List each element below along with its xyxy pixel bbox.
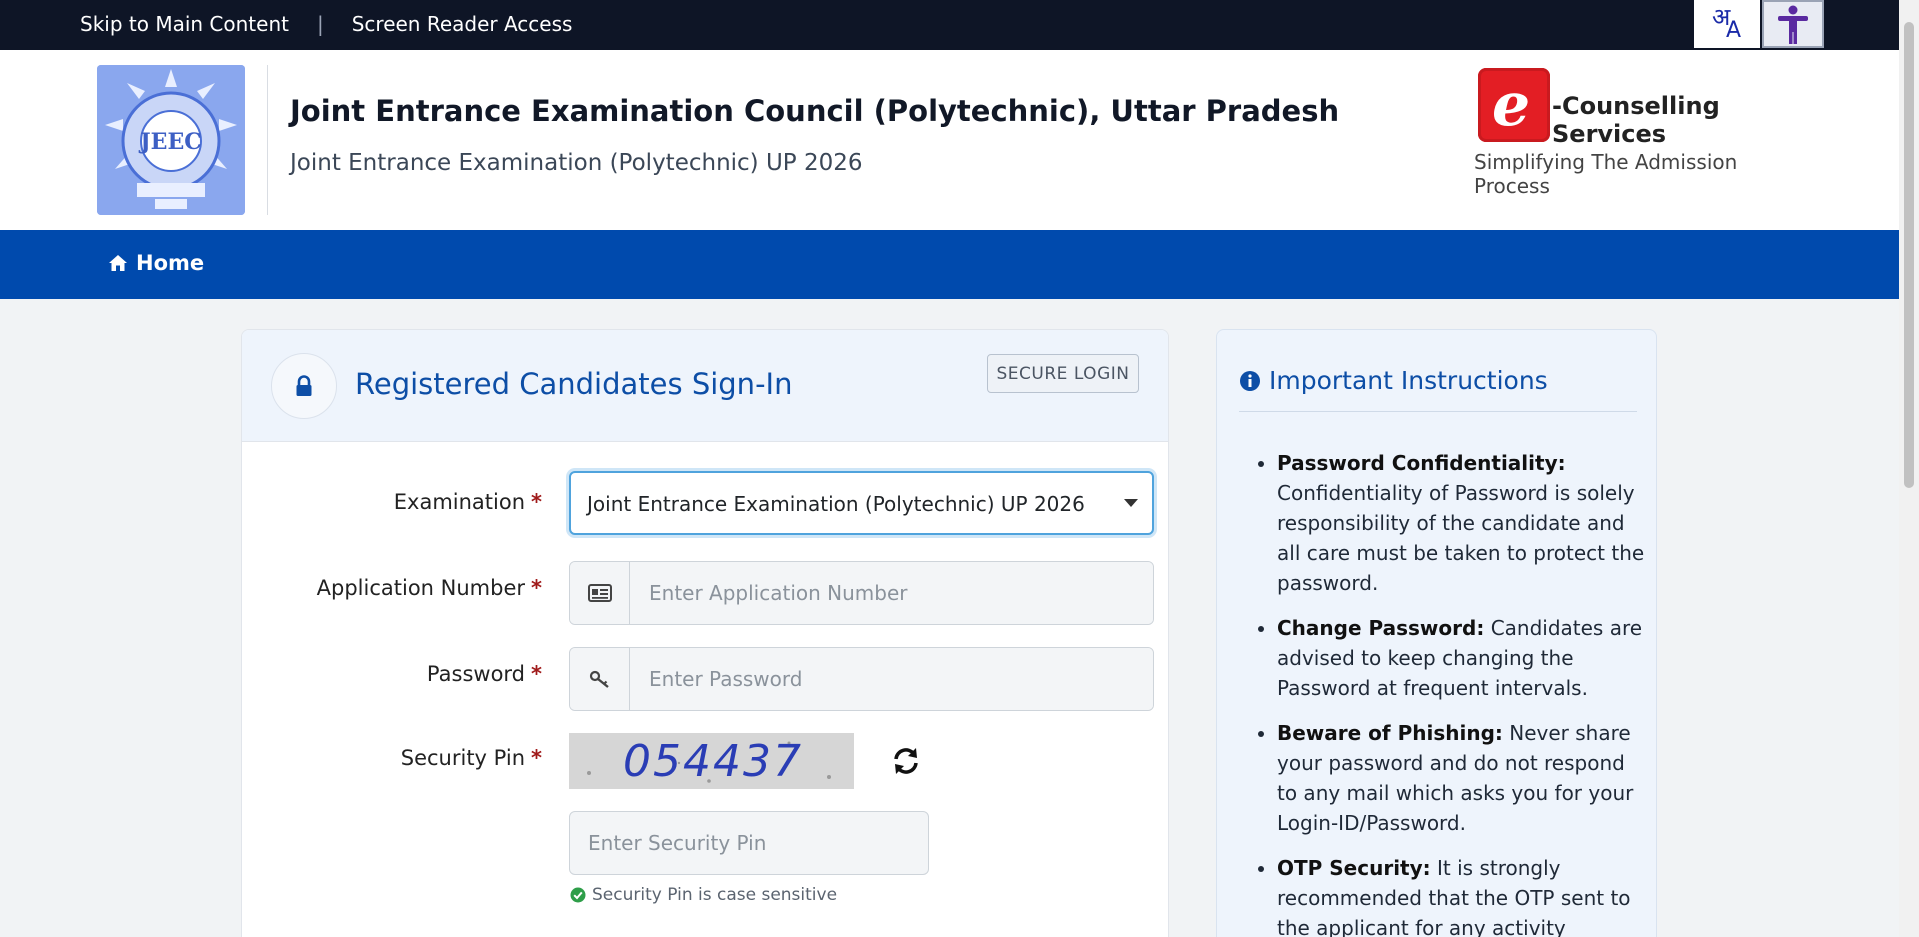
ecounselling-title: -Counselling Services: [1552, 92, 1720, 148]
examination-selected-value: Joint Entrance Examination (Polytechnic)…: [587, 492, 1085, 516]
jeec-logo: JEEC: [97, 65, 245, 215]
application-number-label: Application Number *: [316, 576, 542, 600]
examination-select[interactable]: Joint Entrance Examination (Polytechnic)…: [569, 471, 1154, 535]
top-links: Skip to Main Content | Screen Reader Acc…: [80, 12, 572, 36]
nav-home-link[interactable]: Home: [108, 251, 204, 275]
ecounselling-mark: e: [1478, 68, 1550, 142]
lock-badge: [271, 353, 337, 419]
page-title: Joint Entrance Examination Council (Poly…: [290, 94, 1340, 128]
ecounselling-logo: e -Counselling Services Simplifying The …: [1474, 64, 1814, 198]
captcha-image: 054437: [569, 733, 854, 789]
key-icon: [570, 648, 630, 710]
security-pin-hint: Security Pin is case sensitive: [570, 885, 837, 905]
language-icon-english: A: [1726, 18, 1742, 43]
main-nav: Home: [0, 230, 1899, 299]
check-circle-icon: [570, 887, 586, 903]
list-item: OTP Security: It is strongly recommended…: [1277, 853, 1647, 937]
language-toggle-button[interactable]: अ A: [1694, 0, 1760, 48]
password-group: [569, 647, 1154, 711]
accessibility-button[interactable]: [1762, 0, 1824, 48]
signin-title: Registered Candidates Sign-In: [355, 367, 793, 401]
application-number-input[interactable]: [631, 562, 1153, 624]
password-input[interactable]: [631, 648, 1153, 710]
link-separator: |: [316, 12, 324, 36]
info-icon: [1240, 370, 1260, 391]
captcha-code: 054437: [623, 736, 803, 787]
ecounselling-tagline: Simplifying The Admission Process: [1474, 150, 1738, 198]
required-mark: *: [531, 490, 542, 514]
signin-card-header: Registered Candidates Sign-In SECURE LOG…: [242, 330, 1168, 442]
header-divider: [267, 65, 268, 215]
instructions-title: Important Instructions: [1239, 366, 1637, 412]
screen-reader-link[interactable]: Screen Reader Access: [352, 12, 573, 36]
examination-label: Examination *: [393, 490, 542, 514]
svg-text:JEEC: JEEC: [138, 129, 201, 155]
page-subtitle: Joint Entrance Examination (Polytechnic)…: [290, 150, 863, 176]
required-mark: *: [531, 576, 542, 600]
security-pin-input[interactable]: [569, 811, 929, 875]
required-mark: *: [531, 662, 542, 686]
page-scrollbar[interactable]: [1899, 0, 1919, 937]
refresh-icon: [894, 748, 918, 774]
list-item: Beware of Phishing: Never share your pas…: [1277, 718, 1647, 838]
accessibility-person-icon: [1778, 5, 1808, 44]
skip-to-main-link[interactable]: Skip to Main Content: [80, 12, 289, 36]
application-number-group: [569, 561, 1154, 625]
site-header: JEEC Joint Entrance Examination Council …: [0, 50, 1899, 230]
nav-home-label: Home: [136, 251, 205, 275]
instructions-panel: Important Instructions Password Confiden…: [1216, 329, 1657, 937]
password-label: Password *: [426, 662, 542, 686]
top-utility-bar: Skip to Main Content | Screen Reader Acc…: [0, 0, 1899, 50]
security-pin-label: Security Pin *: [400, 746, 542, 770]
lock-icon: [296, 375, 312, 396]
required-mark: *: [531, 746, 542, 770]
home-icon: [109, 255, 127, 271]
list-item: Password Confidentiality: Confidentialit…: [1277, 448, 1647, 598]
id-card-icon: [570, 562, 630, 624]
list-item: Change Password: Candidates are advised …: [1277, 613, 1647, 703]
signin-card: Registered Candidates Sign-In SECURE LOG…: [241, 329, 1169, 937]
scrollbar-thumb[interactable]: [1904, 22, 1914, 488]
secure-login-badge: SECURE LOGIN: [987, 354, 1139, 393]
chevron-down-icon: [1124, 499, 1138, 507]
refresh-captcha-button[interactable]: [887, 742, 925, 780]
instructions-list: Password Confidentiality: Confidentialit…: [1277, 448, 1647, 937]
